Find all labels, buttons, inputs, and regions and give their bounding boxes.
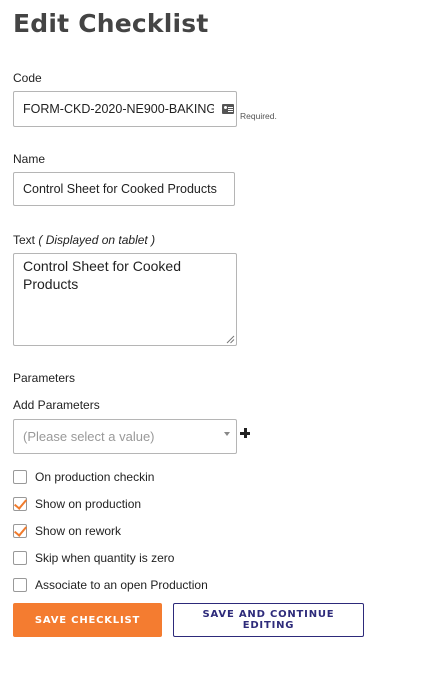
text-label-main: Text <box>13 233 36 247</box>
save-checklist-button[interactable]: SAVE CHECKLIST <box>13 603 162 637</box>
checkbox[interactable] <box>13 578 27 592</box>
option-show-on-production[interactable]: Show on production <box>13 495 141 513</box>
option-show-on-rework[interactable]: Show on rework <box>13 522 121 540</box>
option-on-production-checkin[interactable]: On production checkin <box>13 468 154 486</box>
checkbox-label: Skip when quantity is zero <box>35 551 175 565</box>
save-and-continue-button[interactable]: SAVE AND CONTINUE EDITING <box>173 603 364 637</box>
parameters-section-label: Parameters <box>13 371 76 385</box>
checkbox-label: Associate to an open Production <box>35 578 208 592</box>
option-associate-open-production[interactable]: Associate to an open Production <box>13 576 208 594</box>
option-skip-when-quantity-zero[interactable]: Skip when quantity is zero <box>13 549 174 567</box>
code-field-wrapper <box>13 91 237 127</box>
plus-icon[interactable] <box>240 428 250 438</box>
name-input[interactable] <box>13 172 235 206</box>
text-textarea[interactable]: Control Sheet for Cooked Products <box>13 253 237 346</box>
checkbox[interactable] <box>13 470 27 484</box>
parameter-select[interactable]: (Please select a value) <box>13 419 237 454</box>
parameter-select-placeholder: (Please select a value) <box>23 429 155 444</box>
checkbox-checked[interactable] <box>13 497 27 511</box>
code-input[interactable] <box>13 91 237 127</box>
checkbox-checked[interactable] <box>13 524 27 538</box>
page-title: Edit Checklist <box>13 9 209 38</box>
caret-down-icon <box>224 432 230 436</box>
id-card-icon <box>222 104 234 114</box>
resize-grip-icon[interactable] <box>226 335 235 344</box>
checkbox-label: On production checkin <box>35 470 155 484</box>
add-parameters-label: Add Parameters <box>13 398 100 412</box>
code-label: Code <box>13 71 42 85</box>
text-label-hint: ( Displayed on tablet ) <box>38 233 156 247</box>
text-label: Text ( Displayed on tablet ) <box>13 233 155 247</box>
checkbox[interactable] <box>13 551 27 565</box>
name-label: Name <box>13 152 46 166</box>
required-note: Required. <box>240 111 277 121</box>
checkbox-label: Show on production <box>35 497 142 511</box>
checkbox-label: Show on rework <box>35 524 122 538</box>
